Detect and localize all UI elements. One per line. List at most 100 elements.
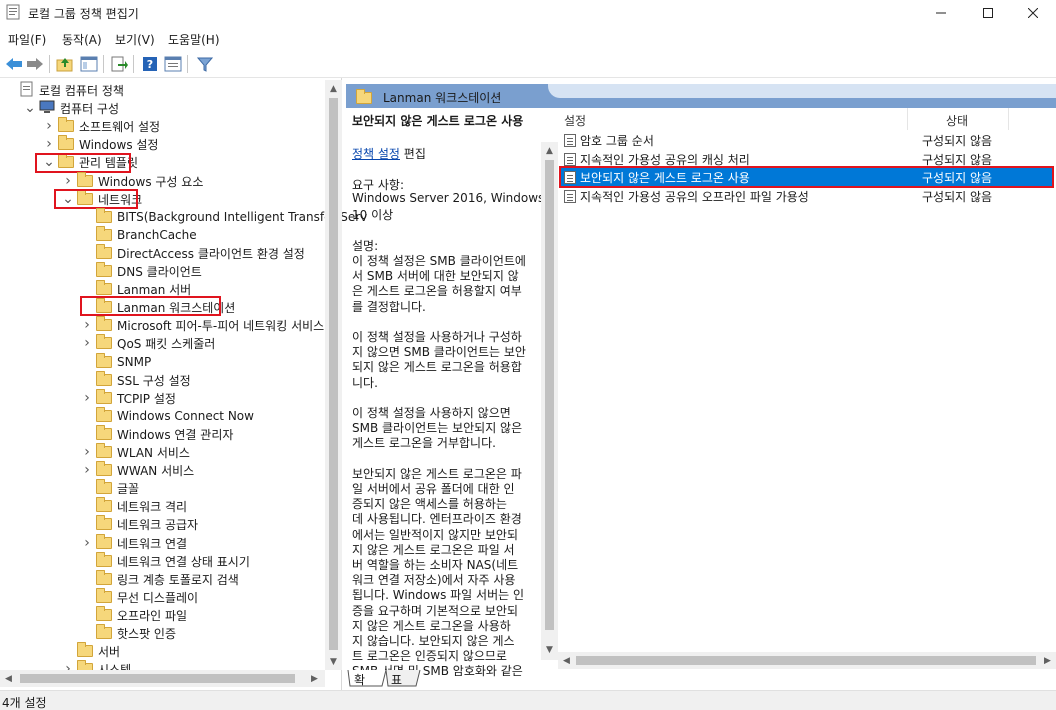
description-line: 됩니다. Windows 파일 서버는 인 — [352, 588, 524, 602]
edit-policy-link[interactable]: 정책 설정 — [352, 147, 400, 161]
tree-scroll-thumb[interactable] — [329, 98, 338, 650]
export-list-button[interactable] — [109, 54, 129, 74]
folder-icon — [96, 262, 112, 277]
description-line: 10 이상 — [352, 208, 394, 222]
tree-hscroll-thumb[interactable] — [20, 674, 295, 683]
help-button[interactable]: ? — [140, 54, 160, 74]
folder-icon — [96, 334, 112, 349]
description-scroll-thumb[interactable] — [545, 160, 554, 630]
tree-item[interactable]: Windows 설정 — [58, 135, 158, 153]
tree-item[interactable]: SNMP — [96, 353, 151, 371]
tree-item[interactable]: Windows Connect Now — [96, 407, 254, 425]
tree-item[interactable]: BranchCache — [96, 226, 197, 244]
tree-item[interactable]: 네트워크 연결 — [96, 534, 187, 552]
expand-closed-icon[interactable]: › — [82, 334, 92, 352]
setting-row[interactable]: 지속적인 가용성 공유의 오프라인 파일 가용성 구성되지 않음 — [560, 187, 1054, 205]
menu-help[interactable]: 도움말(H) — [168, 31, 220, 48]
tree-item[interactable]: 컴퓨터 구성 — [39, 99, 119, 117]
menu-action[interactable]: 동작(A) — [62, 31, 102, 48]
menu-file[interactable]: 파일(F) — [8, 31, 46, 48]
maximize-button[interactable] — [965, 0, 1011, 26]
scroll-left-icon[interactable]: ◀ — [0, 670, 17, 687]
setting-name: 암호 그룹 순서 — [580, 133, 654, 148]
expand-closed-icon[interactable]: › — [82, 316, 92, 334]
tree-item[interactable]: DirectAccess 클라이언트 환경 설정 — [96, 244, 305, 262]
folder-icon — [96, 316, 112, 331]
tree-item[interactable]: 네트워크 공급자 — [96, 515, 198, 533]
tree-item[interactable]: Windows 구성 요소 — [77, 172, 203, 190]
tree-item[interactable]: SSL 구성 설정 — [96, 371, 191, 389]
tree-vertical-scrollbar[interactable]: ▲ ▼ — [325, 80, 342, 670]
tree-horizontal-scrollbar[interactable]: ◀ ▶ — [0, 670, 325, 687]
menu-view[interactable]: 보기(V) — [115, 31, 155, 48]
close-icon — [1028, 8, 1038, 18]
tree-item[interactable]: WLAN 서비스 — [96, 443, 190, 461]
list-hscroll-thumb[interactable] — [576, 656, 1036, 665]
help-icon: ? — [143, 57, 157, 71]
tree-item[interactable]: 소프트웨어 설정 — [58, 117, 160, 135]
tree-item[interactable]: 네트워크 격리 — [96, 497, 187, 515]
tree-item-label: Windows 설정 — [79, 137, 159, 152]
scroll-down-icon[interactable]: ▼ — [541, 641, 558, 658]
expand-closed-icon[interactable]: › — [82, 534, 92, 552]
tree-item[interactable]: 네트워크 연결 상태 표시기 — [96, 552, 250, 570]
close-button[interactable] — [1010, 0, 1056, 26]
tree-item[interactable]: 링크 계층 토폴로지 검색 — [96, 570, 239, 588]
tree-item[interactable]: 로컬 컴퓨터 정책 — [20, 81, 124, 99]
tree-item[interactable]: WWAN 서비스 — [96, 461, 194, 479]
tree-item-label: SNMP — [117, 355, 152, 369]
properties-button[interactable] — [163, 54, 183, 74]
tree-item-label: Lanman 서버 — [117, 282, 192, 297]
description-line: 게스트 로그온을 거부합니다. — [352, 436, 496, 450]
forward-button[interactable] — [25, 54, 45, 74]
tree-item[interactable]: DNS 클라이언트 — [96, 262, 202, 280]
tree-item[interactable]: 오프라인 파일 — [96, 606, 187, 624]
tree-item[interactable]: TCPIP 설정 — [96, 389, 176, 407]
folder-icon — [96, 226, 112, 241]
scroll-left-icon[interactable]: ◀ — [558, 652, 575, 669]
tree-item-label: 네트워크 연결 상태 표시기 — [117, 554, 250, 569]
expand-closed-icon[interactable]: › — [82, 389, 92, 407]
setting-row[interactable]: 암호 그룹 순서 구성되지 않음 — [560, 131, 1054, 149]
column-header-state[interactable]: 상태 — [946, 112, 968, 129]
tree-item[interactable]: QoS 패킷 스케줄러 — [96, 334, 215, 352]
expand-open-icon[interactable]: ⌄ — [24, 99, 36, 117]
maximize-icon — [983, 8, 993, 18]
tree-item[interactable]: 서버 — [77, 642, 120, 660]
tree-item-label: 네트워크 공급자 — [117, 517, 199, 532]
expand-closed-icon[interactable]: › — [82, 461, 92, 479]
tree-item[interactable]: Microsoft 피어-투-피어 네트워킹 서비스 — [96, 316, 324, 334]
folder-icon — [96, 353, 112, 368]
scroll-right-icon[interactable]: ▶ — [1039, 652, 1056, 669]
show-hide-tree-button[interactable] — [79, 54, 99, 74]
up-folder-button[interactable] — [55, 54, 75, 74]
tree-item[interactable]: 글꼴 — [96, 479, 139, 497]
tree-item-label: 컴퓨터 구성 — [60, 101, 120, 116]
scroll-down-icon[interactable]: ▼ — [325, 653, 342, 670]
scroll-up-icon[interactable]: ▲ — [541, 142, 558, 159]
setting-name: 지속적인 가용성 공유의 오프라인 파일 가용성 — [580, 189, 809, 204]
menu-bar — [0, 28, 1056, 50]
folder-icon — [96, 552, 112, 567]
minimize-button[interactable] — [918, 0, 964, 26]
expand-closed-icon[interactable]: › — [44, 135, 54, 153]
tree-item-label: BranchCache — [117, 228, 197, 242]
scroll-right-icon[interactable]: ▶ — [306, 670, 323, 687]
tree-item[interactable]: 무선 디스플레이 — [96, 588, 198, 606]
back-button[interactable] — [4, 54, 24, 74]
description-scrollbar[interactable]: ▲ ▼ — [541, 142, 558, 660]
expand-closed-icon[interactable]: › — [63, 172, 73, 190]
expand-closed-icon[interactable]: › — [82, 443, 92, 461]
setting-name: 지속적인 가용성 공유의 캐싱 처리 — [580, 152, 750, 167]
expand-closed-icon[interactable]: › — [44, 117, 54, 135]
scroll-up-icon[interactable]: ▲ — [325, 80, 342, 97]
column-divider — [907, 108, 908, 130]
column-header-setting[interactable]: 설정 — [564, 112, 586, 129]
tree-item[interactable]: 핫스팟 인증 — [96, 624, 176, 642]
description-line: 데 사용됩니다. 엔터프라이즈 환경 — [352, 512, 522, 526]
highlight-box — [80, 296, 221, 316]
tree-item[interactable]: Windows 연결 관리자 — [96, 425, 233, 443]
details-header-title: Lanman 워크스테이션 — [383, 91, 502, 105]
filter-button[interactable] — [195, 54, 215, 74]
list-horizontal-scrollbar[interactable]: ◀ ▶ — [558, 652, 1056, 669]
